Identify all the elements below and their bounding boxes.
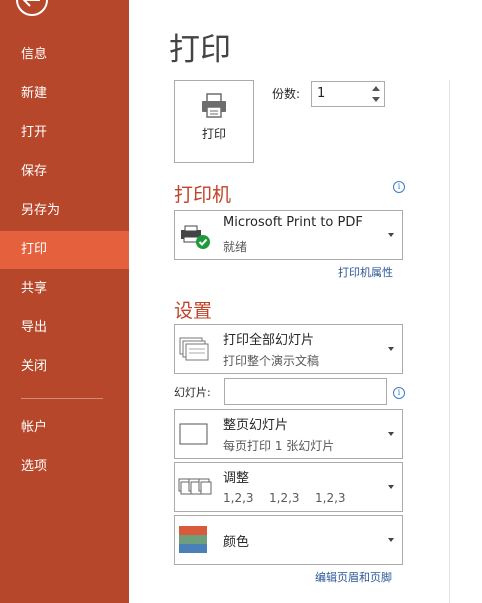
backstage-sidebar: 信息 新建 打开 保存 另存为 打印 共享 导出 关闭 帐户 选项 bbox=[0, 0, 129, 603]
collation-dropdown[interactable]: 调整 1,2,3 1,2,3 1,2,3 bbox=[174, 462, 403, 512]
printer-status: 就绪 bbox=[223, 240, 248, 254]
collation-title: 调整 bbox=[223, 471, 250, 486]
printer-ready-icon bbox=[179, 224, 211, 254]
printer-name: Microsoft Print to PDF bbox=[223, 215, 363, 230]
slides-info-icon[interactable]: i bbox=[393, 387, 405, 399]
sidebar-item-save[interactable]: 保存 bbox=[0, 153, 129, 191]
sidebar-item-info[interactable]: 信息 bbox=[0, 36, 129, 74]
chevron-down-icon bbox=[388, 538, 394, 542]
print-button[interactable]: 打印 bbox=[174, 80, 254, 163]
chevron-down-icon bbox=[388, 233, 394, 237]
copies-label: 份数: bbox=[272, 87, 301, 101]
collated-icon bbox=[178, 477, 212, 503]
collation-order-3: 1,2,3 bbox=[315, 491, 346, 505]
full-page-slide-icon bbox=[179, 422, 209, 450]
print-range-subtitle: 打印整个演示文稿 bbox=[223, 354, 320, 368]
color-dropdown[interactable]: 颜色 bbox=[174, 515, 403, 565]
sidebar-item-options[interactable]: 选项 bbox=[0, 448, 129, 486]
spin-down-icon[interactable] bbox=[372, 97, 380, 102]
spin-up-icon[interactable] bbox=[372, 86, 380, 91]
collation-order-2: 1,2,3 bbox=[269, 491, 300, 505]
print-pane: 打印 打印 份数: 1 打印机 i Microsoft Print to PDF… bbox=[129, 0, 482, 603]
collation-order: 1,2,3 1,2,3 1,2,3 bbox=[223, 491, 373, 507]
print-range-dropdown[interactable]: 打印全部幻灯片 打印整个演示文稿 bbox=[174, 324, 403, 374]
sidebar-item-close[interactable]: 关闭 bbox=[0, 348, 129, 386]
color-mode-icon bbox=[179, 526, 207, 558]
sidebar-item-new[interactable]: 新建 bbox=[0, 75, 129, 113]
copies-stepper[interactable]: 1 bbox=[311, 81, 385, 107]
print-range-title: 打印全部幻灯片 bbox=[223, 333, 315, 348]
sidebar-item-print[interactable]: 打印 bbox=[0, 231, 129, 269]
printer-info-icon[interactable]: i bbox=[393, 181, 405, 193]
layout-title: 整页幻灯片 bbox=[223, 418, 289, 433]
sidebar-item-save-as[interactable]: 另存为 bbox=[0, 192, 129, 230]
sidebar-divider bbox=[21, 398, 103, 399]
printer-icon bbox=[200, 93, 228, 123]
collation-order-1: 1,2,3 bbox=[223, 491, 254, 505]
print-button-label: 打印 bbox=[201, 127, 226, 141]
page-title: 打印 bbox=[169, 32, 231, 68]
copies-value: 1 bbox=[317, 86, 326, 101]
sidebar-item-account[interactable]: 帐户 bbox=[0, 409, 129, 447]
chevron-down-icon bbox=[388, 485, 394, 489]
slides-label: 幻灯片: bbox=[174, 386, 211, 399]
sidebar-item-export[interactable]: 导出 bbox=[0, 309, 129, 347]
sidebar-item-open[interactable]: 打开 bbox=[0, 114, 129, 152]
printer-heading: 打印机 bbox=[174, 184, 232, 206]
preview-divider bbox=[449, 80, 450, 603]
slides-input[interactable] bbox=[224, 378, 387, 405]
sidebar-item-share[interactable]: 共享 bbox=[0, 270, 129, 308]
layout-subtitle: 每页打印 1 张幻灯片 bbox=[223, 439, 335, 453]
edit-header-footer-link[interactable]: 编辑页眉和页脚 bbox=[315, 569, 392, 585]
color-title: 颜色 bbox=[223, 535, 250, 550]
chevron-down-icon bbox=[388, 432, 394, 436]
back-arrow-icon[interactable] bbox=[16, 0, 48, 16]
all-slides-icon bbox=[179, 337, 209, 365]
printer-dropdown[interactable]: Microsoft Print to PDF 就绪 bbox=[174, 210, 403, 260]
printer-properties-link[interactable]: 打印机属性 bbox=[338, 264, 393, 280]
settings-heading: 设置 bbox=[174, 300, 213, 322]
layout-dropdown[interactable]: 整页幻灯片 每页打印 1 张幻灯片 bbox=[174, 409, 403, 459]
chevron-down-icon bbox=[388, 347, 394, 351]
